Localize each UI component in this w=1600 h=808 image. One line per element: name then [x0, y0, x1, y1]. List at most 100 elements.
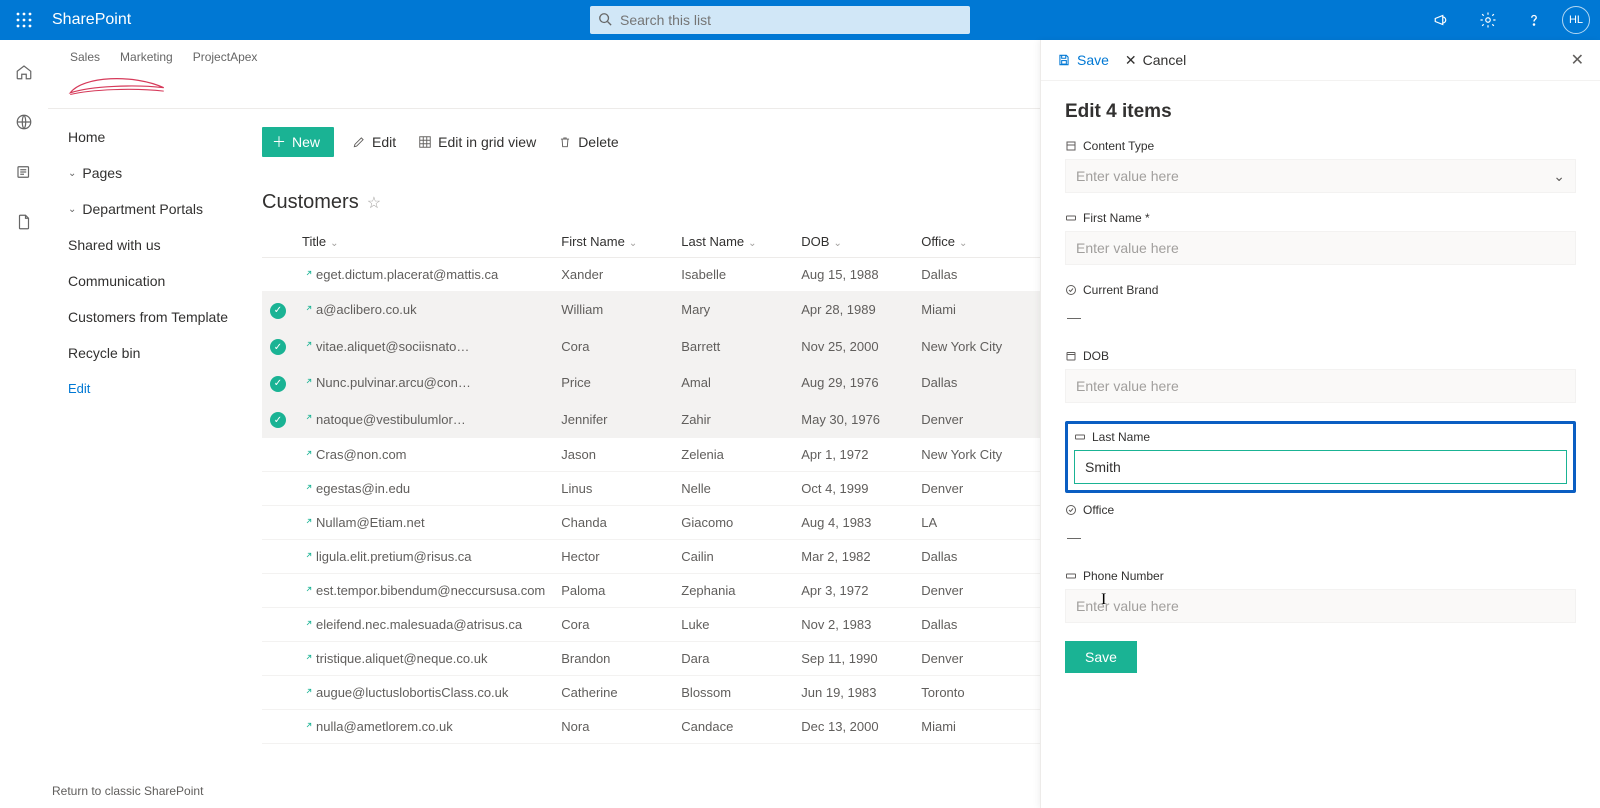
- field-dob: DOB: [1065, 349, 1576, 403]
- nav-recycle-bin[interactable]: Recycle bin: [48, 335, 250, 371]
- row-title: tristique.aliquet@neque.co.uk: [316, 651, 487, 666]
- phone-input[interactable]: [1065, 589, 1576, 623]
- nav-pages[interactable]: ⌄Pages: [48, 155, 250, 191]
- checkmark-icon[interactable]: ✓: [270, 412, 286, 428]
- chevron-down-icon: ⌄: [1553, 168, 1565, 185]
- checkmark-icon[interactable]: ✓: [270, 303, 286, 319]
- row-firstname: Brandon: [553, 642, 673, 676]
- row-dob: Apr 28, 1989: [793, 292, 913, 329]
- nav-department-portals[interactable]: ⌄Department Portals: [48, 191, 250, 227]
- rail-home-icon[interactable]: [4, 58, 44, 86]
- nav-pages-label: Pages: [82, 165, 122, 181]
- rail-files-icon[interactable]: [4, 208, 44, 236]
- row-firstname: William: [553, 292, 673, 329]
- grid-icon: [418, 135, 432, 149]
- dob-input[interactable]: [1065, 369, 1576, 403]
- suite-brand: SharePoint: [52, 11, 131, 29]
- link-icon: [302, 484, 312, 494]
- col-dob[interactable]: DOB⌄: [793, 226, 913, 258]
- nav-home[interactable]: Home: [48, 119, 250, 155]
- row-dob: Mar 2, 1982: [793, 540, 913, 574]
- avatar[interactable]: HL: [1562, 6, 1590, 34]
- edit-button[interactable]: Edit: [348, 130, 400, 154]
- hublink-projectapex[interactable]: ProjectApex: [193, 50, 258, 64]
- nav-customers-template[interactable]: Customers from Template: [48, 299, 250, 335]
- edit-grid-button[interactable]: Edit in grid view: [414, 130, 540, 154]
- suite-right: HL: [1424, 0, 1600, 40]
- panel-heading: Edit 4 items: [1065, 101, 1576, 123]
- row-firstname: Nora: [553, 710, 673, 744]
- rail-news-icon[interactable]: [4, 158, 44, 186]
- row-office: Denver: [913, 574, 1043, 608]
- row-office: Dallas: [913, 365, 1043, 402]
- office-value[interactable]: —: [1065, 523, 1576, 551]
- hublink-sales[interactable]: Sales: [70, 50, 100, 64]
- row-title: ligula.elit.pretium@risus.ca: [316, 549, 472, 564]
- delete-button[interactable]: Delete: [554, 130, 622, 154]
- new-button[interactable]: ＋New: [262, 127, 334, 157]
- row-firstname: Catherine: [553, 676, 673, 710]
- current-brand-value[interactable]: —: [1065, 303, 1576, 331]
- row-firstname: Chanda: [553, 506, 673, 540]
- row-firstname: Price: [553, 365, 673, 402]
- row-office: Toronto: [913, 676, 1043, 710]
- checkmark-icon[interactable]: ✓: [270, 376, 286, 392]
- checkmark-icon[interactable]: ✓: [270, 339, 286, 355]
- panel-save-button[interactable]: Save: [1057, 52, 1109, 68]
- hublink-marketing[interactable]: Marketing: [120, 50, 173, 64]
- nav-communication[interactable]: Communication: [48, 263, 250, 299]
- help-icon[interactable]: [1516, 0, 1552, 40]
- new-button-label: New: [292, 134, 320, 150]
- nav-edit[interactable]: Edit: [48, 371, 250, 406]
- row-office: New York City: [913, 328, 1043, 365]
- left-nav-column: Home ⌄Pages ⌄Department Portals Shared w…: [48, 109, 250, 808]
- last-name-input[interactable]: [1074, 450, 1567, 484]
- row-office: Miami: [913, 710, 1043, 744]
- link-icon: [302, 270, 312, 280]
- row-title: eget.dictum.placerat@mattis.ca: [316, 267, 498, 282]
- rail-globe-icon[interactable]: [4, 108, 44, 136]
- nav-shared-with-us[interactable]: Shared with us: [48, 227, 250, 263]
- gear-icon[interactable]: [1470, 0, 1506, 40]
- row-office: Denver: [913, 642, 1043, 676]
- col-office[interactable]: Office⌄: [913, 226, 1043, 258]
- calendar-icon: [1065, 350, 1077, 362]
- row-dob: Apr 3, 1972: [793, 574, 913, 608]
- row-office: Denver: [913, 401, 1043, 438]
- link-icon: [302, 305, 312, 315]
- chevron-down-icon: ⌄: [629, 238, 637, 249]
- panel-toolbar: Save ✕Cancel ✕: [1041, 40, 1600, 81]
- row-lastname: Dara: [673, 642, 793, 676]
- row-firstname: Jason: [553, 438, 673, 472]
- link-icon: [302, 586, 312, 596]
- row-office: Denver: [913, 472, 1043, 506]
- edit-panel: Save ✕Cancel ✕ Edit 4 items Content Type…: [1040, 40, 1600, 808]
- col-lastname[interactable]: Last Name⌄: [673, 226, 793, 258]
- text-field-icon: [1074, 431, 1086, 443]
- row-title: Cras@non.com: [316, 447, 407, 462]
- megaphone-icon[interactable]: [1424, 0, 1460, 40]
- row-lastname: Zahir: [673, 401, 793, 438]
- row-lastname: Mary: [673, 292, 793, 329]
- field-phone: Phone Number I: [1065, 569, 1576, 623]
- row-lastname: Blossom: [673, 676, 793, 710]
- panel-close-icon[interactable]: ✕: [1571, 50, 1584, 70]
- search-input[interactable]: [590, 6, 970, 34]
- panel-cancel-button[interactable]: ✕Cancel: [1125, 52, 1186, 69]
- row-lastname: Candace: [673, 710, 793, 744]
- star-icon[interactable]: ☆: [367, 193, 381, 213]
- site-logo[interactable]: [66, 68, 168, 104]
- row-title: Nunc.pulvinar.arcu@con…: [316, 375, 471, 390]
- row-firstname: Cora: [553, 328, 673, 365]
- first-name-input[interactable]: [1065, 231, 1576, 265]
- col-title[interactable]: Title⌄: [294, 226, 553, 258]
- row-dob: Jun 19, 1983: [793, 676, 913, 710]
- return-classic-link[interactable]: Return to classic SharePoint: [52, 784, 203, 798]
- content-type-select[interactable]: Enter value here⌄: [1065, 159, 1576, 193]
- phone-label: Phone Number: [1083, 569, 1164, 583]
- row-lastname: Barrett: [673, 328, 793, 365]
- col-firstname[interactable]: First Name⌄: [553, 226, 673, 258]
- app-launcher-button[interactable]: [0, 0, 48, 40]
- row-office: LA: [913, 506, 1043, 540]
- save-button[interactable]: Save: [1065, 641, 1137, 673]
